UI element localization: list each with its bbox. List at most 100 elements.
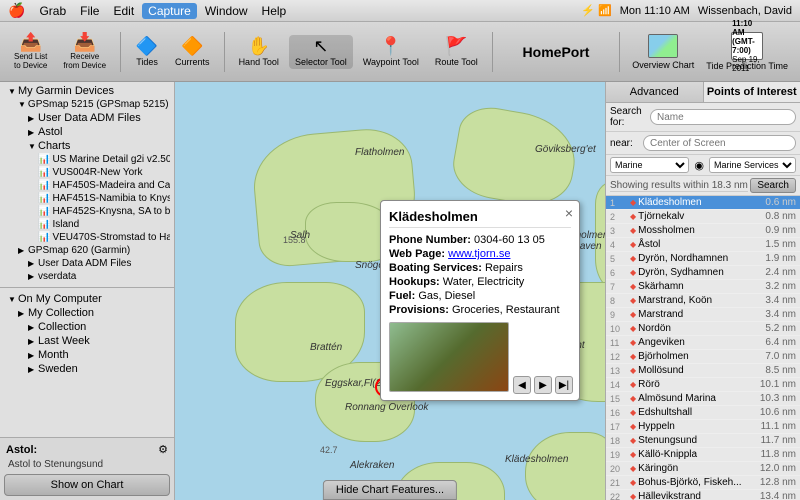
search-input[interactable] [650,109,796,125]
search-for-label: Search for: [610,106,647,128]
chart-haf451s-label: HAF451S-Namibia to Knysna, SA [52,193,170,204]
hide-chart-features-button[interactable]: Hide Chart Features... [323,480,457,500]
result-item[interactable]: 17 ◆ Hyppeln 11.1 nm [606,420,800,434]
receive-from-device-button[interactable]: 📥 Receivefrom Device [57,31,112,73]
result-item[interactable]: 8 ◆ Marstrand, Koön 3.4 nm [606,294,800,308]
result-item[interactable]: 9 ◆ Marstrand 3.4 nm [606,308,800,322]
tide-time: 11:10 AM (GMT-7:00) [732,19,762,55]
hand-tool-button[interactable]: ✋ Hand Tool [233,35,285,69]
result-item[interactable]: 18 ◆ Stenungsund 11.7 nm [606,434,800,448]
waypoint-tool-button[interactable]: 📍 Waypoint Tool [357,35,425,69]
last-week-label: Last Week [38,335,90,347]
result-item[interactable]: 10 ◆ Nordön 5.2 nm [606,322,800,336]
popup-web[interactable]: www.tjorn.se [448,248,510,260]
menu-grab[interactable]: Grab [33,3,72,19]
diamond-icon: ◆ [630,464,636,473]
popup-close-button[interactable]: × [565,205,573,221]
route-tool-button[interactable]: 🚩 Route Tool [429,35,484,69]
result-item[interactable]: 13 ◆ Mollösund 8.5 nm [606,364,800,378]
menu-help[interactable]: Help [256,3,293,19]
chart-haf450s[interactable]: 📊 HAF450S-Madeira and Canary ... [4,179,170,192]
result-item[interactable]: 4 ◆ Åstol 1.5 nm [606,238,800,252]
send-to-device-button[interactable]: 📤 Send Listto Device [8,31,53,73]
result-item[interactable]: 6 ◆ Dyrön, Sydhamnen 2.4 nm [606,266,800,280]
astol-settings-icon[interactable]: ⚙ [158,443,168,456]
overview-chart-button[interactable]: Overview Chart [628,32,698,72]
result-item[interactable]: 14 ◆ Rörö 10.1 nm [606,378,800,392]
marine-services-select[interactable]: Marine Services [709,157,796,173]
marine-select[interactable]: Marine [610,157,689,173]
result-item[interactable]: 21 ◆ Bohus-Björkö, Fiskeh... 12.8 nm [606,476,800,490]
popup-next-button[interactable]: ▶| [555,376,573,394]
tab-points-of-interest[interactable]: Points of Interest [704,82,800,102]
result-item[interactable]: 2 ◆ Tjörnekalv 0.8 nm [606,210,800,224]
result-item[interactable]: 16 ◆ Edshultshall 10.6 nm [606,406,800,420]
result-name: Angeviken [638,337,761,348]
apple-menu-icon[interactable]: 🍎 [8,2,25,19]
menu-window[interactable]: Window [199,3,254,19]
user-data-adm-label: User Data ADM Files [38,112,141,124]
last-month-item[interactable]: ▶ Month [4,348,170,362]
selector-tool-button[interactable]: ↖ Selector Tool [289,35,353,69]
charts-item[interactable]: ▼ Charts [4,139,170,153]
popup-prev-button[interactable]: ◀ [513,376,531,394]
result-item[interactable]: 7 ◆ Skärhamn 3.2 nm [606,280,800,294]
user-data-adm-2[interactable]: ▶ User Data ADM Files [4,257,170,270]
diamond-icon: ◆ [630,198,636,207]
menu-file[interactable]: File [74,3,105,19]
result-item[interactable]: 1 ◆ Klädesholmen 0.6 nm [606,196,800,210]
last-month-label: Month [38,349,69,361]
last-week-item[interactable]: ▶ Last Week [4,334,170,348]
result-item[interactable]: 12 ◆ Björholmen 7.0 nm [606,350,800,364]
popup-play-button[interactable]: ▶ [534,376,552,394]
tab-advanced[interactable]: Advanced [606,82,704,102]
result-item[interactable]: 5 ◆ Dyrön, Nordhamnen 1.9 nm [606,252,800,266]
chart-island[interactable]: 📊 Island [4,218,170,231]
currents-button[interactable]: 🔶 Currents [169,35,216,69]
expand-icon: ▶ [28,351,36,360]
tides-button[interactable]: 🔷 Tides [129,35,165,69]
result-item[interactable]: 22 ◆ Hällevikstrand 13.4 nm [606,490,800,500]
chart-us-marine-label: US Marine Detail g2i v2.50 [52,154,170,165]
result-item[interactable]: 3 ◆ Mossholmen 0.9 nm [606,224,800,238]
map-canvas[interactable]: Flatholmen Göviksberg'et Stuckevík Kläde… [175,82,605,500]
map-area[interactable]: Flatholmen Göviksberg'et Stuckevík Kläde… [175,82,605,500]
result-item[interactable]: 19 ◆ Källö-Knippla 11.8 nm [606,448,800,462]
toolbar-right-tools: Overview Chart 11:10 AM (GMT-7:00) Sep 1… [628,30,792,73]
on-my-computer-label: On My Computer [18,293,102,305]
toolbar-sep-3 [492,32,493,72]
search-button[interactable]: Search [750,178,796,193]
chart-vus004r[interactable]: 📊 VUS004R-New York [4,166,170,179]
chart-veu470s[interactable]: 📊 VEU470S-Stromstad to Halmstad [4,231,170,244]
tide-prediction-button[interactable]: 11:10 AM (GMT-7:00) Sep 19, 2011 Tide Pr… [702,30,792,73]
menu-edit[interactable]: Edit [107,3,140,19]
my-garmin-devices-header[interactable]: ▼ My Garmin Devices [4,84,170,98]
app-title: HomePort [523,44,590,60]
astol-item[interactable]: ▶ Astol [4,125,170,139]
popup-boating: Repairs [485,262,523,274]
user-data-adm-item[interactable]: ▶ User Data ADM Files [4,111,170,125]
clock: Mon 11:10 AM [620,5,690,17]
gpsmap-620-item[interactable]: ▶ GPSmap 620 (Garmin) [4,244,170,257]
hand-label: Hand Tool [239,57,279,67]
near-input[interactable] [643,135,796,151]
on-my-computer-header[interactable]: ▼ On My Computer [4,292,170,306]
result-item[interactable]: 20 ◆ Käringön 12.0 nm [606,462,800,476]
chart-us-marine[interactable]: 📊 US Marine Detail g2i v2.50 [4,153,170,166]
result-item[interactable]: 11 ◆ Angeviken 6.4 nm [606,336,800,350]
collection-item[interactable]: ▶ Collection [4,320,170,334]
userdata-item[interactable]: ▶ vserdata [4,270,170,283]
chart-icon: 📊 [38,180,50,191]
sweden-item[interactable]: ▶ Sweden [4,362,170,376]
diamond-icon: ◆ [630,478,636,487]
result-item[interactable]: 15 ◆ Almösund Marina 10.3 nm [606,392,800,406]
gpsmap-5215-item[interactable]: ▼ GPSmap 5215 (GPSmap 5215) [4,98,170,111]
menu-capture[interactable]: Capture [142,3,197,19]
my-collection-item[interactable]: ▶ My Collection [4,306,170,320]
tides-label: Tides [136,57,158,67]
show-on-chart-button[interactable]: Show on Chart [4,474,170,496]
result-name: Björholmen [638,351,761,362]
result-name: Dyrön, Sydhamnen [638,267,761,278]
chart-haf452s[interactable]: 📊 HAF452S-Knysna, SA to beira, MZ [4,205,170,218]
chart-haf451s[interactable]: 📊 HAF451S-Namibia to Knysna, SA [4,192,170,205]
